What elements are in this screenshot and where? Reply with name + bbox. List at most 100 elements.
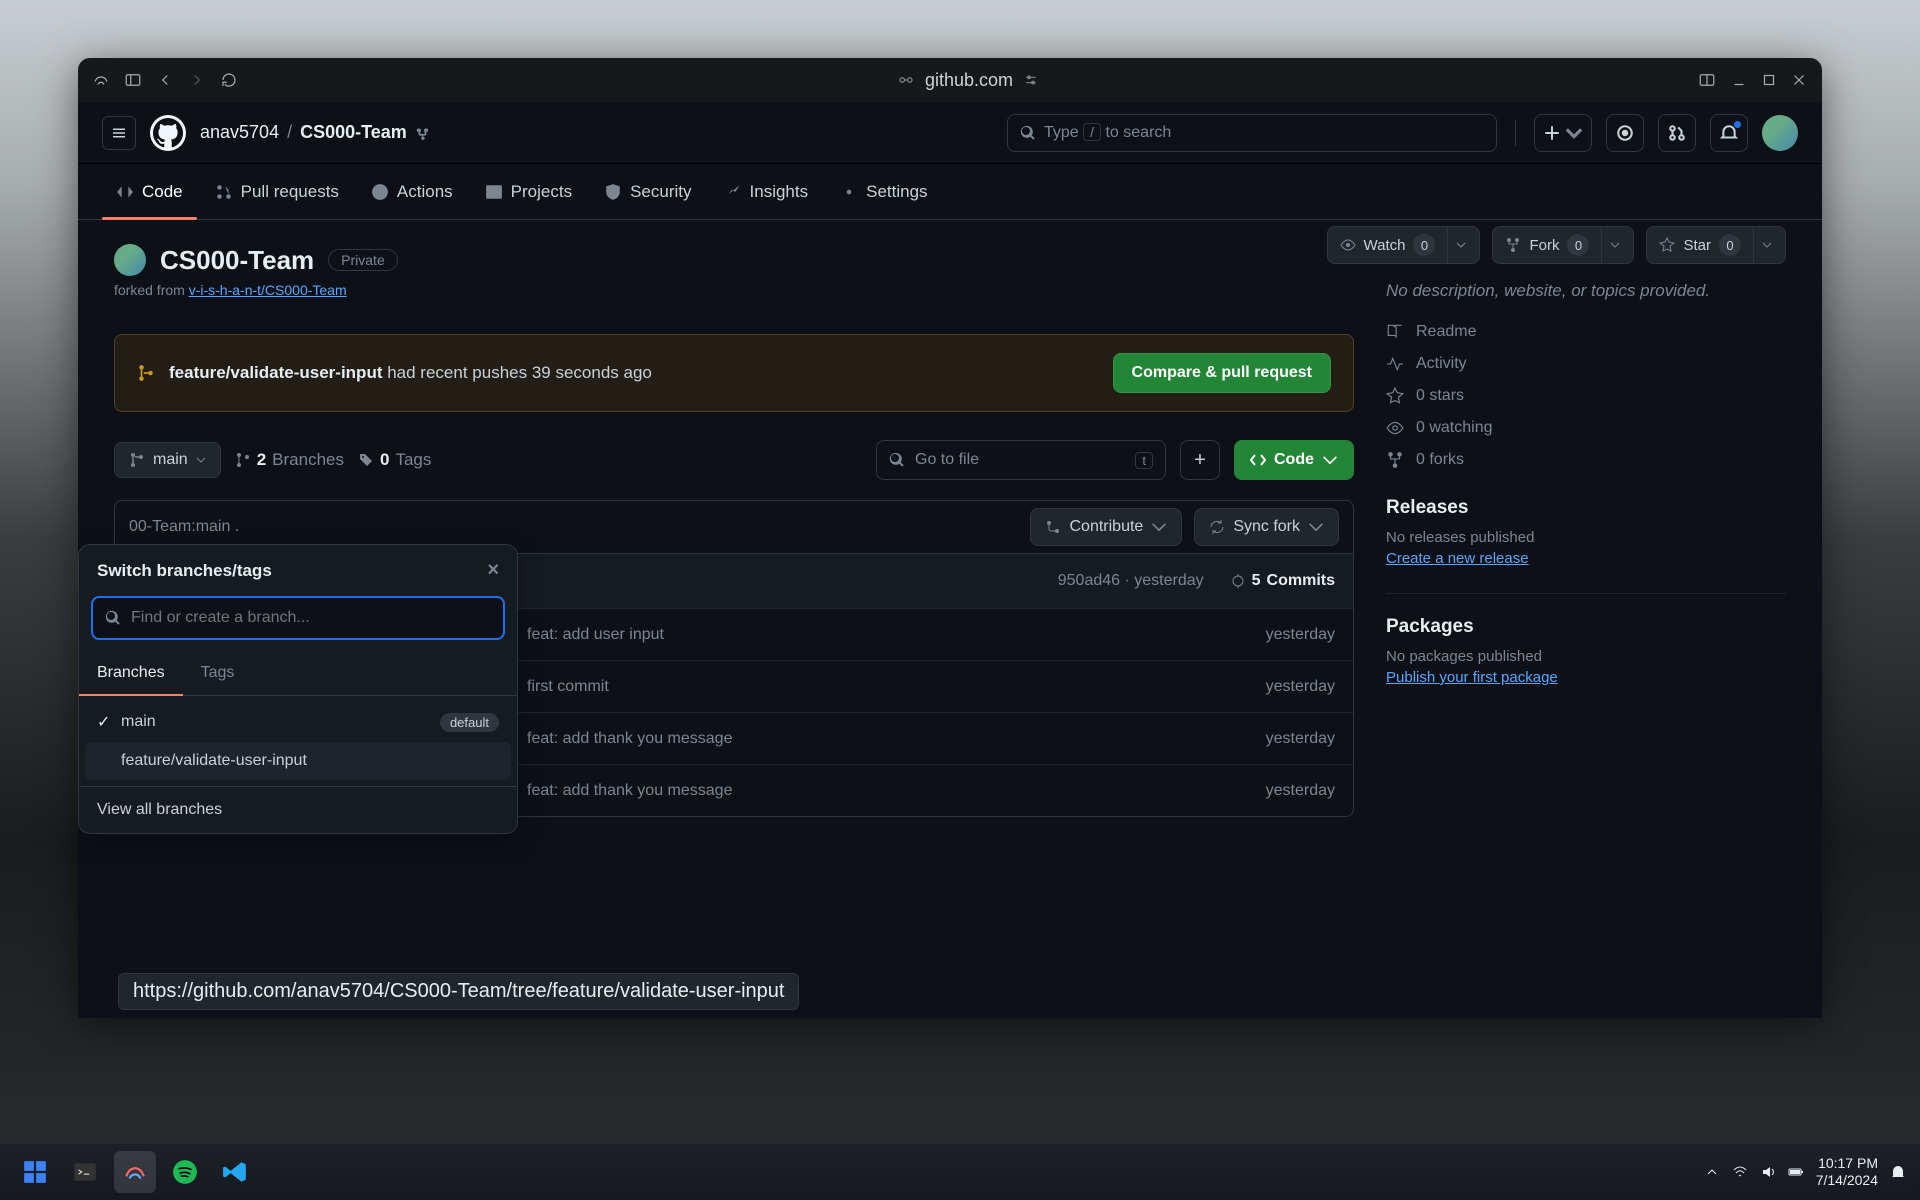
watch-button[interactable]: Watch0 xyxy=(1327,226,1481,264)
back-icon[interactable] xyxy=(154,69,176,91)
branch-popup: Switch branches/tags× Branches Tags ✓mai… xyxy=(78,544,518,834)
readme-link[interactable]: Readme xyxy=(1386,323,1786,341)
about-section: About No description, website, or topics… xyxy=(1386,244,1786,469)
push-branch-name: feature/validate-user-input xyxy=(169,363,383,382)
kbd-shortcut: t xyxy=(1135,452,1153,469)
tray-battery-icon[interactable] xyxy=(1788,1164,1804,1180)
sync-fork-button[interactable]: Sync fork xyxy=(1194,508,1339,546)
releases-heading: Releases xyxy=(1386,497,1786,519)
tab-settings[interactable]: Settings xyxy=(826,164,941,220)
tab-pull-requests[interactable]: Pull requests xyxy=(201,164,353,220)
taskbar-vscode-icon[interactable] xyxy=(214,1151,256,1193)
arc-icon[interactable] xyxy=(90,69,112,91)
branch-icon xyxy=(137,364,155,382)
contribute-button[interactable]: Contribute xyxy=(1030,508,1182,546)
search-icon xyxy=(889,452,905,468)
chevron-down-icon xyxy=(1308,519,1324,535)
tab-projects[interactable]: Projects xyxy=(471,164,586,220)
url-host: github.com xyxy=(925,70,1013,91)
about-description: No description, website, or topics provi… xyxy=(1386,281,1786,301)
chevron-down-icon xyxy=(196,452,206,468)
chevron-down-icon xyxy=(1753,227,1779,263)
menu-button[interactable] xyxy=(102,116,136,150)
tab-security[interactable]: Security xyxy=(590,164,705,220)
notifications-button[interactable] xyxy=(1710,114,1748,152)
activity-link[interactable]: Activity xyxy=(1386,355,1786,373)
issues-button[interactable] xyxy=(1606,114,1644,152)
search-icon xyxy=(105,610,121,626)
taskbar-terminal-icon[interactable] xyxy=(64,1151,106,1193)
tab-actions[interactable]: Actions xyxy=(357,164,467,220)
tray-chevron-icon[interactable] xyxy=(1704,1164,1720,1180)
check-icon: ✓ xyxy=(97,712,111,732)
tab-code[interactable]: Code xyxy=(102,164,197,220)
repo-title-row: CS000-Team Private xyxy=(114,244,1354,276)
close-icon[interactable]: × xyxy=(487,559,499,582)
forked-from: forked from v-i-s-h-a-n-t/CS000-Team xyxy=(114,282,1354,298)
chevron-down-icon xyxy=(1601,227,1627,263)
star-button[interactable]: Star0 xyxy=(1646,226,1786,264)
repo-body: CS000-Team Private forked from v-i-s-h-a… xyxy=(78,220,1822,1018)
sidebar-toggle-icon[interactable] xyxy=(122,69,144,91)
current-branch-label: main xyxy=(153,451,188,469)
pull-requests-button[interactable] xyxy=(1658,114,1696,152)
sidebar: About No description, website, or topics… xyxy=(1386,244,1786,994)
branch-item-feature[interactable]: feature/validate-user-input xyxy=(85,742,511,780)
site-settings-icon[interactable] xyxy=(897,71,915,89)
stars-link[interactable]: 0 stars xyxy=(1386,387,1786,405)
recent-push-banner: feature/validate-user-input had recent p… xyxy=(114,334,1354,412)
branches-tab[interactable]: Branches xyxy=(79,652,183,696)
code-button[interactable]: Code xyxy=(1234,440,1354,480)
go-to-file-input[interactable]: Go to file t xyxy=(876,440,1166,480)
repo-name[interactable]: CS000-Team xyxy=(160,245,314,276)
tags-link[interactable]: 0 Tags xyxy=(358,450,431,470)
branch-search-input[interactable] xyxy=(91,596,505,640)
repo-toolbar: main 2 Branches 0 Tags Go to file t + Co… xyxy=(114,440,1354,480)
create-new-button[interactable] xyxy=(1534,114,1592,152)
chevron-down-icon xyxy=(1151,519,1167,535)
tray-notifications-icon[interactable] xyxy=(1890,1164,1906,1180)
breadcrumb-repo[interactable]: CS000-Team xyxy=(300,122,407,143)
chevron-down-icon xyxy=(1322,452,1338,468)
branches-link[interactable]: 2 Branches xyxy=(235,450,344,470)
add-file-button[interactable]: + xyxy=(1180,440,1220,480)
window-close-icon[interactable] xyxy=(1788,69,1810,91)
tab-insights[interactable]: Insights xyxy=(710,164,823,220)
status-bar-url: https://github.com/anav5704/CS000-Team/t… xyxy=(118,973,799,1010)
fork-button[interactable]: Fork0 xyxy=(1492,226,1634,264)
github-logo[interactable] xyxy=(150,115,186,151)
create-release-link[interactable]: Create a new release xyxy=(1386,550,1786,567)
latest-sha[interactable]: 950ad46 · yesterday xyxy=(1058,572,1204,590)
window-minimize-icon[interactable] xyxy=(1728,69,1750,91)
forked-from-link[interactable]: v-i-s-h-a-n-t/CS000-Team xyxy=(189,282,347,298)
view-all-branches-link[interactable]: View all branches xyxy=(79,786,517,833)
releases-text: No releases publishedCreate a new releas… xyxy=(1386,529,1786,567)
commits-link[interactable]: 5 Commits xyxy=(1230,572,1335,590)
forks-link[interactable]: 0 forks xyxy=(1386,451,1786,469)
user-avatar[interactable] xyxy=(1762,115,1798,151)
split-view-icon[interactable] xyxy=(1696,69,1718,91)
taskbar-spotify-icon[interactable] xyxy=(164,1151,206,1193)
compare-pr-button[interactable]: Compare & pull request xyxy=(1113,353,1331,393)
github-header: anav5704 / CS000-Team Type / to search xyxy=(78,102,1822,164)
tags-tab[interactable]: Tags xyxy=(183,652,253,695)
taskbar-arc-icon[interactable] xyxy=(114,1151,156,1193)
reload-icon[interactable] xyxy=(218,69,240,91)
watching-link[interactable]: 0 watching xyxy=(1386,419,1786,437)
taskbar-clock[interactable]: 10:17 PM7/14/2024 xyxy=(1816,1155,1878,1189)
branch-select-button[interactable]: main xyxy=(114,442,221,478)
publish-package-link[interactable]: Publish your first package xyxy=(1386,669,1786,686)
repo-tabs: Code Pull requests Actions Projects Secu… xyxy=(78,164,1822,220)
search-input[interactable]: Type / to search xyxy=(1007,114,1497,152)
repo-action-buttons: Watch0 Fork0 Star0 xyxy=(1327,226,1786,264)
browser-window: github.com anav5704 / CS000-Team Type / … xyxy=(78,58,1822,1018)
site-tune-icon[interactable] xyxy=(1023,72,1039,88)
owner-avatar[interactable] xyxy=(114,244,146,276)
window-maximize-icon[interactable] xyxy=(1758,69,1780,91)
breadcrumb-owner[interactable]: anav5704 xyxy=(200,122,279,143)
branch-item-main[interactable]: ✓maindefault xyxy=(85,702,511,742)
start-button[interactable] xyxy=(14,1151,56,1193)
url-bar[interactable]: github.com xyxy=(250,70,1686,91)
tray-wifi-icon[interactable] xyxy=(1732,1164,1748,1180)
tray-volume-icon[interactable] xyxy=(1760,1164,1776,1180)
